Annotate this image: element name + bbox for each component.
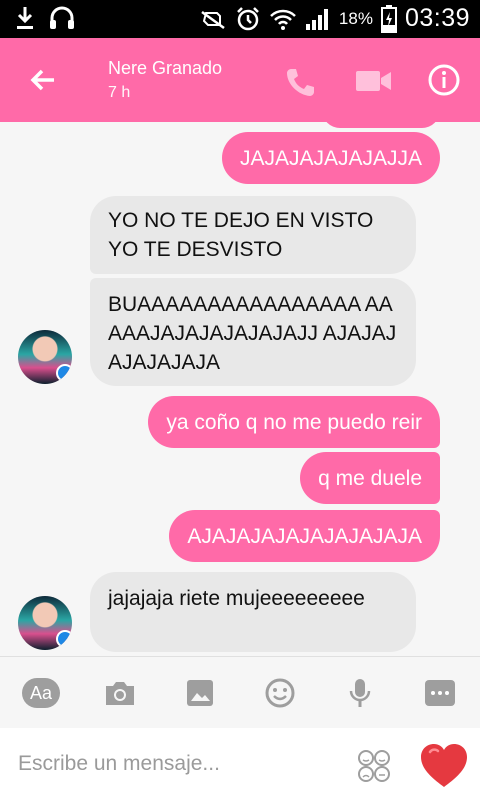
microphone-icon [349,679,371,707]
more-options-button[interactable] [421,677,459,709]
message-text: ya coño q no me puedo reir [166,410,422,434]
status-bar: 18% 03:39 [0,0,480,38]
video-camera-icon [356,71,391,91]
emoji-button[interactable] [261,677,299,709]
message-bubble-outgoing[interactable]: ya coño q no me puedo reir [148,396,440,448]
message-text: JAJAJAJAJAJAJJA [239,146,422,170]
status-right-icons: 18% 03:39 [199,4,470,33]
contact-avatar[interactable] [18,330,72,384]
sticker-faces-icon [358,750,390,782]
contact-avatar[interactable] [18,596,72,650]
camera-icon [106,682,134,705]
status-left-icons [14,5,76,31]
gallery-button[interactable] [181,677,219,709]
info-icon [428,64,460,96]
phone-icon [287,69,314,96]
message-bubble-incoming[interactable]: BUAAAAAAAAAAAAAAAA AAAAAJAJAJAJAJAJAJJ A… [90,278,416,386]
message-bubble-outgoing[interactable]: q me duele [300,452,440,504]
composer [0,728,480,800]
clock: 03:39 [404,4,470,32]
text-format-label: Aa [29,682,53,703]
more-icon [425,680,455,706]
message-list[interactable]: JAJAJAJAJAJAJJA YO NO TE DEJO EN VISTO Y… [0,122,480,656]
sticker-button[interactable] [356,748,392,784]
heart-icon [421,744,467,787]
message-bubble-incoming[interactable]: jajajaja riete mujeeeeeeeee [90,572,416,652]
message-bubble-outgoing[interactable]: JAJAJAJAJAJAJJA [221,132,440,184]
voice-call-button[interactable] [282,64,318,100]
contact-name[interactable]: Nere Granado [108,58,222,79]
text-format-icon: Aa [22,678,60,708]
silent-mode-icon [201,10,225,29]
back-button[interactable] [22,58,66,102]
composer-toolbar: Aa [0,656,480,728]
text-format-button[interactable]: Aa [22,677,60,709]
message-text: AJAJAJAJAJAJAJAJAJA [187,524,422,548]
camera-button[interactable] [101,677,139,709]
message-input[interactable] [18,746,338,782]
gallery-icon [187,680,213,706]
message-text: q me duele [318,466,422,490]
last-active-status: 7 h [108,84,131,101]
battery-charging-icon [380,4,397,33]
wifi-icon [270,9,296,30]
send-like-button[interactable] [418,742,470,790]
download-icon [17,7,33,29]
alarm-icon [237,6,259,30]
message-text: BUAAAAAAAAAAAAAAAA AAAAAJAJAJAJAJAJAJJ A… [108,293,397,374]
signal-icon [305,8,328,30]
message-bubble-partial [322,122,440,128]
video-call-button[interactable] [354,66,394,96]
messenger-badge-icon [56,630,72,648]
message-bubble-outgoing[interactable]: AJAJAJAJAJAJAJAJAJA [169,510,440,562]
chat-header: Nere Granado 7 h [0,38,480,122]
headset-icon [50,6,74,29]
back-arrow-icon [30,69,54,91]
message-text: jajajaja riete mujeeeeeeeee [108,587,365,610]
info-button[interactable] [426,62,462,98]
message-text: YO NO TE DEJO EN VISTO YO TE DESVISTO [108,209,374,261]
battery-percent: 18% [338,8,373,28]
message-bubble-incoming[interactable]: YO NO TE DEJO EN VISTO YO TE DESVISTO [90,196,416,274]
microphone-button[interactable] [341,677,379,709]
emoji-icon [265,678,295,708]
messenger-badge-icon [56,364,72,382]
